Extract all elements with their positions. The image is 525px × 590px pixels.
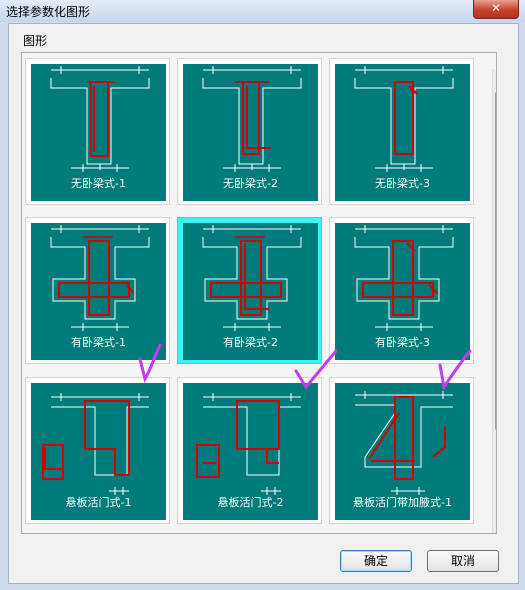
tile-flap-door-2[interactable]: 悬板活门式-2 <box>177 377 322 524</box>
shape-thumbnail: 悬板活门带加腋式-1 <box>335 383 470 520</box>
scroll-up-icon[interactable]: ▲ <box>493 69 496 85</box>
tile-no-bedbeam-1[interactable]: 无卧梁式-1 <box>25 58 170 205</box>
shape-thumbnail: 有卧梁式-3 <box>335 223 470 360</box>
shape-thumbnail: 无卧梁式-3 <box>335 64 470 201</box>
shape-gallery: 无卧梁式-1 无卧梁式-2 无卧梁式-3 有卧梁式-1 有卧梁式-2 有卧梁式-… <box>21 52 497 534</box>
tile-label: 悬板活门式-1 <box>65 496 132 509</box>
window-title: 选择参数化图形 <box>6 5 91 19</box>
shape-thumbnail: 悬板活门式-1 <box>31 383 166 520</box>
scroll-thumb[interactable] <box>495 91 496 431</box>
shape-thumbnail: 有卧梁式-1 <box>31 223 166 360</box>
tile-no-bedbeam-3[interactable]: 无卧梁式-3 <box>329 58 474 205</box>
close-icon: ✕ <box>490 1 502 15</box>
title-bar: 选择参数化图形 ✕ <box>0 0 525 22</box>
dialog-body: 图形 无卧梁式-1 无卧梁式-2 无卧梁式-3 有卧梁式-1 有卧梁式-2 有卧… <box>8 23 519 584</box>
tile-label: 无卧梁式-1 <box>71 177 126 190</box>
shape-thumbnail: 无卧梁式-2 <box>183 64 318 201</box>
tile-label: 悬板活门式-2 <box>217 496 284 509</box>
tile-bedbeam-2[interactable]: 有卧梁式-2 <box>177 217 322 364</box>
close-button[interactable]: ✕ <box>473 0 519 19</box>
tile-bedbeam-1[interactable]: 有卧梁式-1 <box>25 217 170 364</box>
tile-label: 无卧梁式-3 <box>375 177 430 190</box>
tile-no-bedbeam-2[interactable]: 无卧梁式-2 <box>177 58 322 205</box>
tile-label: 有卧梁式-1 <box>71 336 126 349</box>
shape-thumbnail: 无卧梁式-1 <box>31 64 166 201</box>
group-label: 图形 <box>23 34 48 48</box>
cancel-button[interactable]: 取消 <box>427 550 499 572</box>
tile-label: 有卧梁式-2 <box>223 336 278 349</box>
tile-label: 悬板活门带加腋式-1 <box>353 496 452 509</box>
shape-thumbnail: 有卧梁式-2 <box>183 223 318 360</box>
shape-thumbnail: 悬板活门式-2 <box>183 383 318 520</box>
tile-flap-door-haunch-1[interactable]: 悬板活门带加腋式-1 <box>329 377 474 524</box>
tile-label: 有卧梁式-3 <box>375 336 430 349</box>
tile-label: 无卧梁式-2 <box>223 177 278 190</box>
ok-button[interactable]: 确定 <box>340 550 412 572</box>
vertical-scrollbar[interactable]: ▲ ▼ <box>492 69 496 533</box>
tile-flap-door-1[interactable]: 悬板活门式-1 <box>25 377 170 524</box>
tile-bedbeam-3[interactable]: 有卧梁式-3 <box>329 217 474 364</box>
